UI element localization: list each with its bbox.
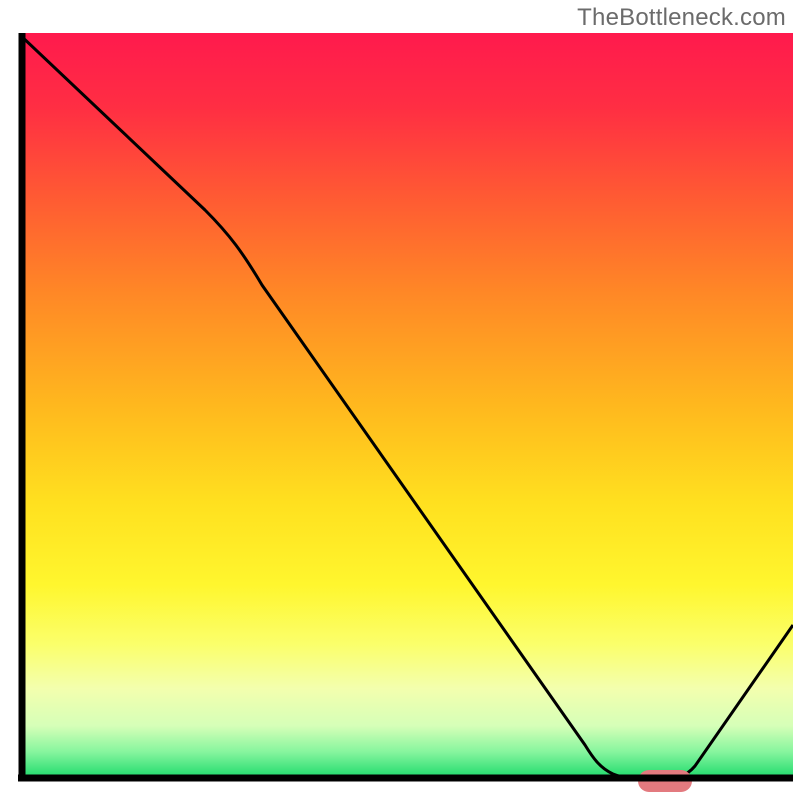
- chart-stage: TheBottleneck.com: [0, 0, 800, 800]
- chart-svg: [0, 0, 800, 800]
- watermark-text: TheBottleneck.com: [577, 4, 786, 32]
